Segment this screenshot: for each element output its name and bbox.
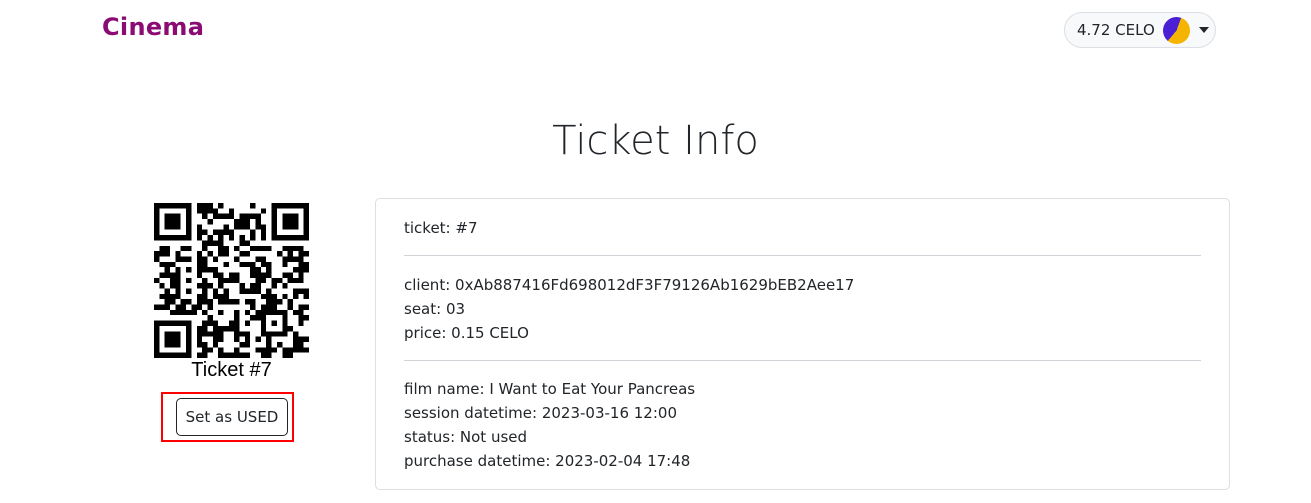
seat-line: seat: 03 bbox=[404, 300, 466, 318]
status-line: status: Not used bbox=[404, 428, 528, 446]
client-section: client: 0xAb887416Fd698012dF3F79126Ab162… bbox=[404, 273, 1201, 345]
purchase-datetime-line: purchase datetime: 2023-02-04 17:48 bbox=[404, 452, 691, 470]
page-title: Ticket Info bbox=[552, 118, 759, 164]
ticket-id-line: ticket: #7 bbox=[404, 219, 478, 237]
price-line: price: 0.15 CELO bbox=[404, 324, 529, 342]
divider bbox=[404, 360, 1201, 361]
brand-logo[interactable]: Cinema bbox=[102, 13, 204, 41]
session-section: film name: I Want to Eat Your Pancreas s… bbox=[404, 377, 1201, 473]
film-name-line: film name: I Want to Eat Your Pancreas bbox=[404, 380, 696, 398]
wallet-dropdown[interactable]: 4.72 CELO bbox=[1064, 12, 1216, 48]
ticket-section: ticket: #7 bbox=[404, 216, 1201, 240]
wallet-avatar-icon bbox=[1158, 12, 1194, 48]
set-used-button[interactable]: Set as USED bbox=[176, 398, 288, 436]
divider bbox=[404, 255, 1201, 256]
ticket-number-label: Ticket #7 bbox=[191, 359, 272, 381]
session-datetime-line: session datetime: 2023-03-16 12:00 bbox=[404, 404, 677, 422]
client-line: client: 0xAb887416Fd698012dF3F79126Ab162… bbox=[404, 276, 855, 294]
wallet-balance: 4.72 CELO bbox=[1077, 21, 1155, 39]
caret-down-icon bbox=[1198, 27, 1209, 33]
qr-code bbox=[154, 203, 309, 358]
ticket-details-card: ticket: #7 client: 0xAb887416Fd698012dF3… bbox=[375, 198, 1230, 490]
navbar: Cinema 4.72 CELO bbox=[0, 0, 1311, 62]
